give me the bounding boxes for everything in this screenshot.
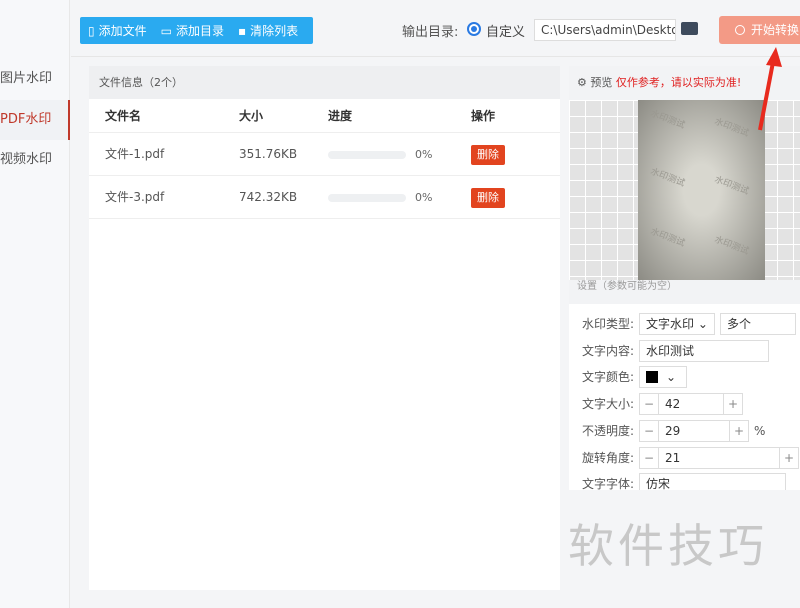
add-directory-button[interactable]: ▭ 添加目录 [161,22,224,39]
file-size: 351.76KB [239,147,298,161]
trash-icon: ▪ [237,23,247,38]
col-name: 文件名 [105,109,142,123]
table-header: 文件名 大小 进度 操作 [89,99,560,133]
preview-page: 水印测试 水印测试 水印测试 水印测试 水印测试 水印测试 [638,100,765,280]
red-arrow-annotation [758,47,782,131]
clear-list-button[interactable]: ▪ 清除列表 [238,22,298,39]
plus-button[interactable]: + [723,393,744,415]
type-label: 水印类型: [582,317,635,331]
start-label: 开始转换 [751,23,800,37]
font-select[interactable]: 仿宋 [639,473,787,490]
file-icon: ▯ [88,23,95,38]
color-label: 文字颜色: [582,370,635,384]
table-row: 文件-3.pdf 742.32KB 0% 删除 [89,176,560,219]
progress-bar [328,193,406,202]
preview-title: 预览 [590,76,613,89]
opacity-label: 不透明度: [582,424,635,438]
col-size: 大小 [239,109,264,123]
add-file-label: 添加文件 [98,24,147,38]
output-path-input[interactable] [534,19,676,41]
file-name: 文件-1.pdf [105,147,165,161]
size-stepper[interactable]: −42 + [639,393,744,415]
type-value: 文字水印 [646,317,695,331]
minus-button[interactable]: − [639,393,660,415]
custom-radio[interactable] [467,22,481,36]
preview-watermark: 水印测试 [648,226,687,250]
rotation-value[interactable]: 21 [659,447,780,469]
file-actions: ▯ 添加文件 ▭ 添加目录 ▪ 清除列表 [80,17,313,44]
custom-radio-label[interactable]: 自定义 [486,21,525,40]
font-label: 文字字体: [582,477,635,490]
progress-bar [328,150,406,159]
settings-header: 设置（参数可能为空） [569,280,800,304]
opacity-value[interactable]: 29 [659,420,730,442]
sidebar-item-pdf-watermark[interactable]: PDF水印 [0,100,70,140]
preview-watermark: 水印测试 [712,174,751,198]
content-label: 文字内容: [582,344,635,358]
col-action: 操作 [471,109,496,123]
minus-button[interactable]: − [639,420,660,442]
progress-text: 0% [415,148,433,161]
site-watermark: 软件技巧 [568,519,768,573]
color-picker[interactable]: ⌄ [639,366,688,388]
font-value: 仿宋 [646,477,671,490]
add-directory-label: 添加目录 [175,24,224,38]
mode-value: 多个 [726,317,751,331]
browse-folder-icon[interactable] [681,22,698,35]
preview-watermark: 水印测试 [648,108,687,132]
sidebar-item-image-watermark[interactable]: 图片水印 [0,59,70,99]
start-convert-button[interactable]: 开始转换 [719,16,800,44]
file-panel-title: 文件信息（2个） [89,66,560,99]
file-name: 文件-3.pdf [105,190,165,204]
size-value[interactable]: 42 [659,393,724,415]
sidebar: 图片水印 PDF水印 视频水印 [0,0,70,608]
preview-watermark: 水印测试 [648,166,687,190]
gear-icon: ⚙ [577,76,587,89]
opacity-unit: % [754,424,766,438]
mode-select[interactable]: 多个 [719,313,796,335]
preview-watermark: 水印测试 [712,234,751,258]
table-row: 文件-1.pdf 351.76KB 0% 删除 [89,133,560,176]
add-file-button[interactable]: ▯ 添加文件 [88,22,147,39]
file-size: 742.32KB [239,190,298,204]
plus-button[interactable]: + [729,420,750,442]
output-dir-label: 输出目录: [402,25,459,40]
file-panel: 文件信息（2个） 文件名 大小 进度 操作 文件-1.pdf 351.76KB … [89,66,560,590]
sidebar-item-video-watermark[interactable]: 视频水印 [0,140,70,180]
content-input[interactable]: 水印测试 [639,340,770,362]
settings-panel: 设置（参数可能为空） 水印类型: 文字水印 ⌄ 多个 文字内容: 水印测试 文字颜色:… [569,280,800,490]
preview-watermark: 水印测试 [712,116,751,140]
delete-button[interactable]: 删除 [471,144,505,165]
color-swatch [646,371,659,383]
delete-button[interactable]: 删除 [471,187,505,208]
folder-icon: ▭ [160,23,172,38]
rotation-label: 旋转角度: [582,451,635,465]
size-label: 文字大小: [582,397,635,411]
loading-icon [735,25,745,35]
type-select[interactable]: 文字水印 ⌄ [639,313,715,335]
opacity-stepper[interactable]: −29 + [639,420,750,442]
clear-list-label: 清除列表 [250,24,299,38]
preview-warning: 仅作参考，请以实际为准! [615,76,742,89]
rotation-stepper[interactable]: −21 + [639,447,800,469]
plus-button[interactable]: + [779,447,800,469]
minus-button[interactable]: − [639,447,660,469]
toolbar: ▯添加文件 ▭添加目录 ▪清除列表 输出目录: 自定义 开始转换 [71,0,800,57]
progress-text: 0% [415,191,433,204]
col-progress: 进度 [328,109,353,123]
